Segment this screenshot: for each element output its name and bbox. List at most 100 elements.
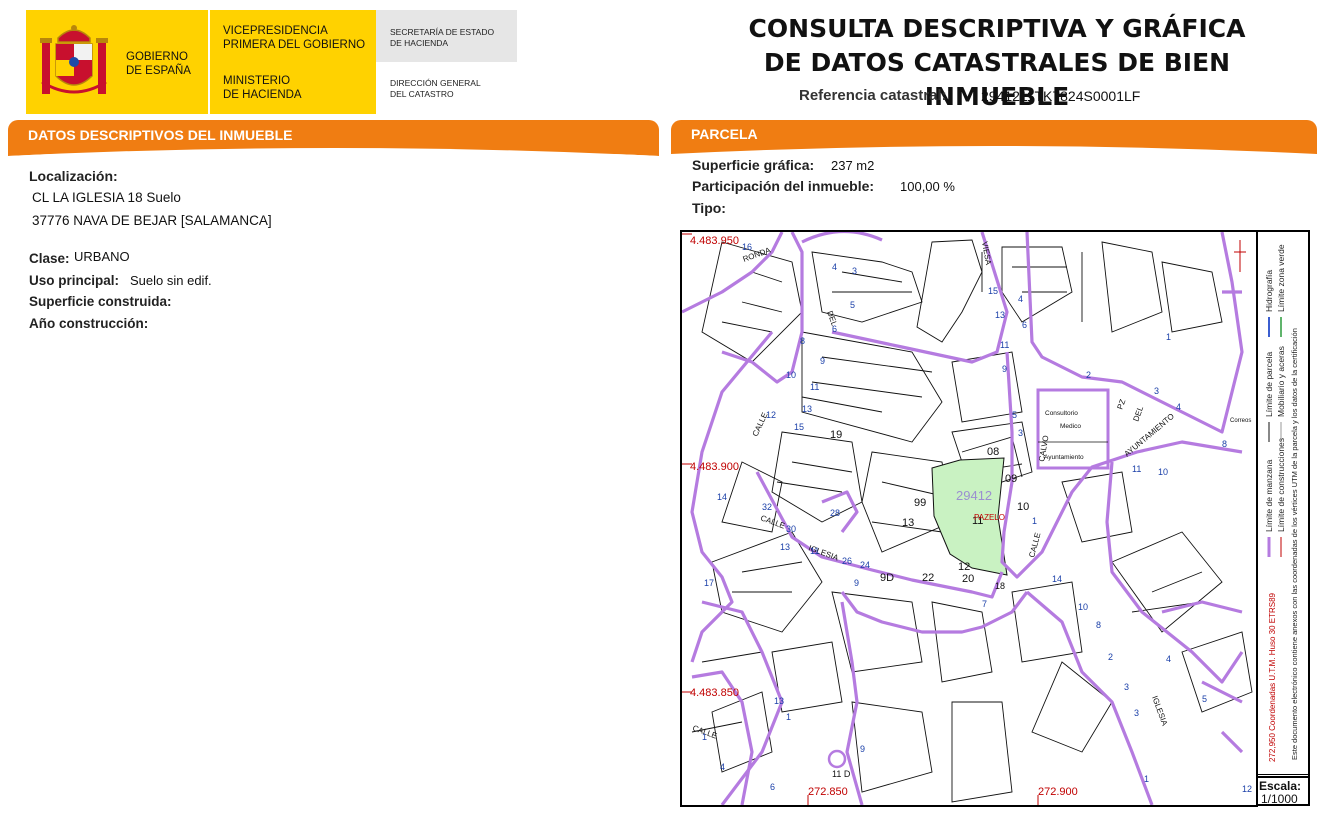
svg-text:17: 17 [704,578,714,588]
svg-text:9: 9 [820,356,825,366]
logo-sec-line1: SECRETARÍA DE ESTADO [390,27,495,37]
svg-text:4: 4 [1018,294,1023,304]
localizacion-line1: CL LA IGLESIA 18 Suelo [32,190,181,205]
svg-text:10: 10 [786,370,796,380]
logo-dir-line1: DIRECCIÓN GENERAL [390,78,481,88]
label-correos: Correos [1230,418,1251,424]
svg-text:4: 4 [832,262,837,272]
num-08: 08 [987,446,999,458]
legend-hidrografia: Hidrografía [1264,269,1274,312]
cadastral-map[interactable]: 4.483.950 4.483.900 4.483.850 272.850 27… [680,230,1258,807]
num-20: 20 [962,573,974,585]
legend-hidrografia-symbol [1268,317,1270,337]
superficie-construida-label: Superficie construida: [29,294,172,309]
svg-text:1: 1 [1144,774,1149,784]
localizacion-line2: 37776 NAVA DE BEJAR [SALAMANCA] [32,213,272,228]
coord-y3: 4.483.850 [690,687,739,699]
coord-y1: 4.483.950 [690,235,739,247]
government-logo: GOBIERNO DE ESPAÑA VICEPRESIDENCIA PRIME… [26,10,517,114]
logo-gobierno-line1: GOBIERNO [126,51,188,63]
label-ayuntamiento-building: Ayuntamiento [1044,454,1084,461]
svg-text:13: 13 [995,310,1005,320]
map-svg: 4.483.950 4.483.900 4.483.850 272.850 27… [682,232,1253,805]
label-pazelo: PAZELO [974,513,1005,522]
num-13: 13 [902,517,914,529]
num-11d: 11 D [832,769,851,779]
svg-text:4: 4 [720,762,725,772]
svg-text:4: 4 [1166,654,1171,664]
num-12: 12 [958,561,970,573]
svg-text:30: 30 [786,524,796,534]
legend-construcciones-symbol [1280,537,1282,557]
legend-construcciones: Límite de construcciones [1276,437,1286,532]
uso-label: Uso principal: [29,273,120,288]
svg-text:3: 3 [852,266,857,276]
legend-coords-note: 272,950 Coordenadas U.T.M. Huso 30 ETRS8… [1268,593,1277,762]
refcat-label: Referencia catastral: [799,87,947,104]
clase-label: Clase: [29,251,70,266]
datos-section-title: DATOS DESCRIPTIVOS DEL INMUEBLE [28,127,293,143]
legend-mobiliario-symbol [1280,422,1282,442]
svg-text:8: 8 [800,336,805,346]
label-iglesia-2: IGLESIA [1150,695,1169,728]
svg-text:11: 11 [810,546,819,556]
svg-text:14: 14 [717,492,727,502]
coord-x2: 272.900 [1038,786,1078,798]
svg-text:1: 1 [1032,516,1037,526]
svg-text:16: 16 [742,242,752,252]
participacion-value: 100,00 % [900,179,955,194]
svg-text:5: 5 [1012,410,1017,420]
svg-text:6: 6 [1022,320,1027,330]
title-line1: CONSULTA DESCRIPTIVA Y GRÁFICA [748,14,1246,43]
svg-text:7: 7 [982,599,987,609]
coord-y2: 4.483.900 [690,461,739,473]
svg-text:1: 1 [702,732,707,742]
label-medico: Medico [1060,423,1081,430]
uso-value: Suelo sin edif. [130,273,212,288]
scale-label: Escala: [1259,779,1302,793]
coord-x1: 272.850 [808,786,848,798]
map-legend: 272,950 Coordenadas U.T.M. Huso 30 ETRS8… [1256,230,1310,778]
participacion-label: Participación del inmueble: [692,178,875,194]
label-del-2: DEL [1131,404,1145,422]
logo-divider [208,10,210,114]
legend-zona-verde: Límite zona verde [1276,244,1286,312]
datos-header-curve [8,142,659,158]
svg-text:15: 15 [988,286,998,296]
legend-parcela: Límite de parcela [1264,351,1274,417]
svg-text:2: 2 [1108,652,1113,662]
svg-text:5: 5 [850,300,855,310]
scale-value: 1/1000 [1261,792,1298,806]
svg-text:28: 28 [830,508,840,518]
svg-text:15: 15 [794,422,804,432]
logo-dir-line2: DEL CATASTRO [390,89,454,99]
logo-ministerio-text: MINISTERIO DE HACIENDA [223,74,302,102]
parcel-number: 29412 [956,488,992,503]
svg-text:11: 11 [1132,464,1141,474]
svg-text:13: 13 [774,696,784,706]
logo-direccion-text: DIRECCIÓN GENERAL DEL CATASTRO [390,78,481,100]
label-pz: PZ [1115,398,1127,411]
anio-construccion-label: Año construcción: [29,316,149,331]
svg-text:6: 6 [832,324,837,334]
svg-text:3: 3 [1018,428,1023,438]
svg-text:1: 1 [786,712,791,722]
localizacion-label: Localización: [29,168,118,184]
logo-vice-line2: PRIMERA DEL GOBIERNO [223,39,366,51]
svg-text:14: 14 [1052,574,1062,584]
svg-text:8: 8 [1096,620,1101,630]
legend-manzana-symbol [1267,537,1271,557]
svg-text:12: 12 [1242,784,1252,794]
svg-text:24: 24 [860,560,870,570]
legend-parcela-symbol [1268,422,1270,442]
num-09: 09 [1005,473,1017,485]
legend-manzana: Límite de manzana [1264,459,1274,532]
svg-text:13: 13 [802,404,812,414]
superficie-grafica-label: Superficie gráfica: [692,157,815,173]
logo-vicepresidencia-text: VICEPRESIDENCIA PRIMERA DEL GOBIERNO [223,24,365,52]
logo-min-line1: MINISTERIO [223,75,291,87]
svg-text:1: 1 [1166,332,1171,342]
refcat-value: 2941211TK7824S0001LF [981,88,1141,104]
tipo-label: Tipo: [692,200,726,216]
svg-text:26: 26 [842,556,852,566]
